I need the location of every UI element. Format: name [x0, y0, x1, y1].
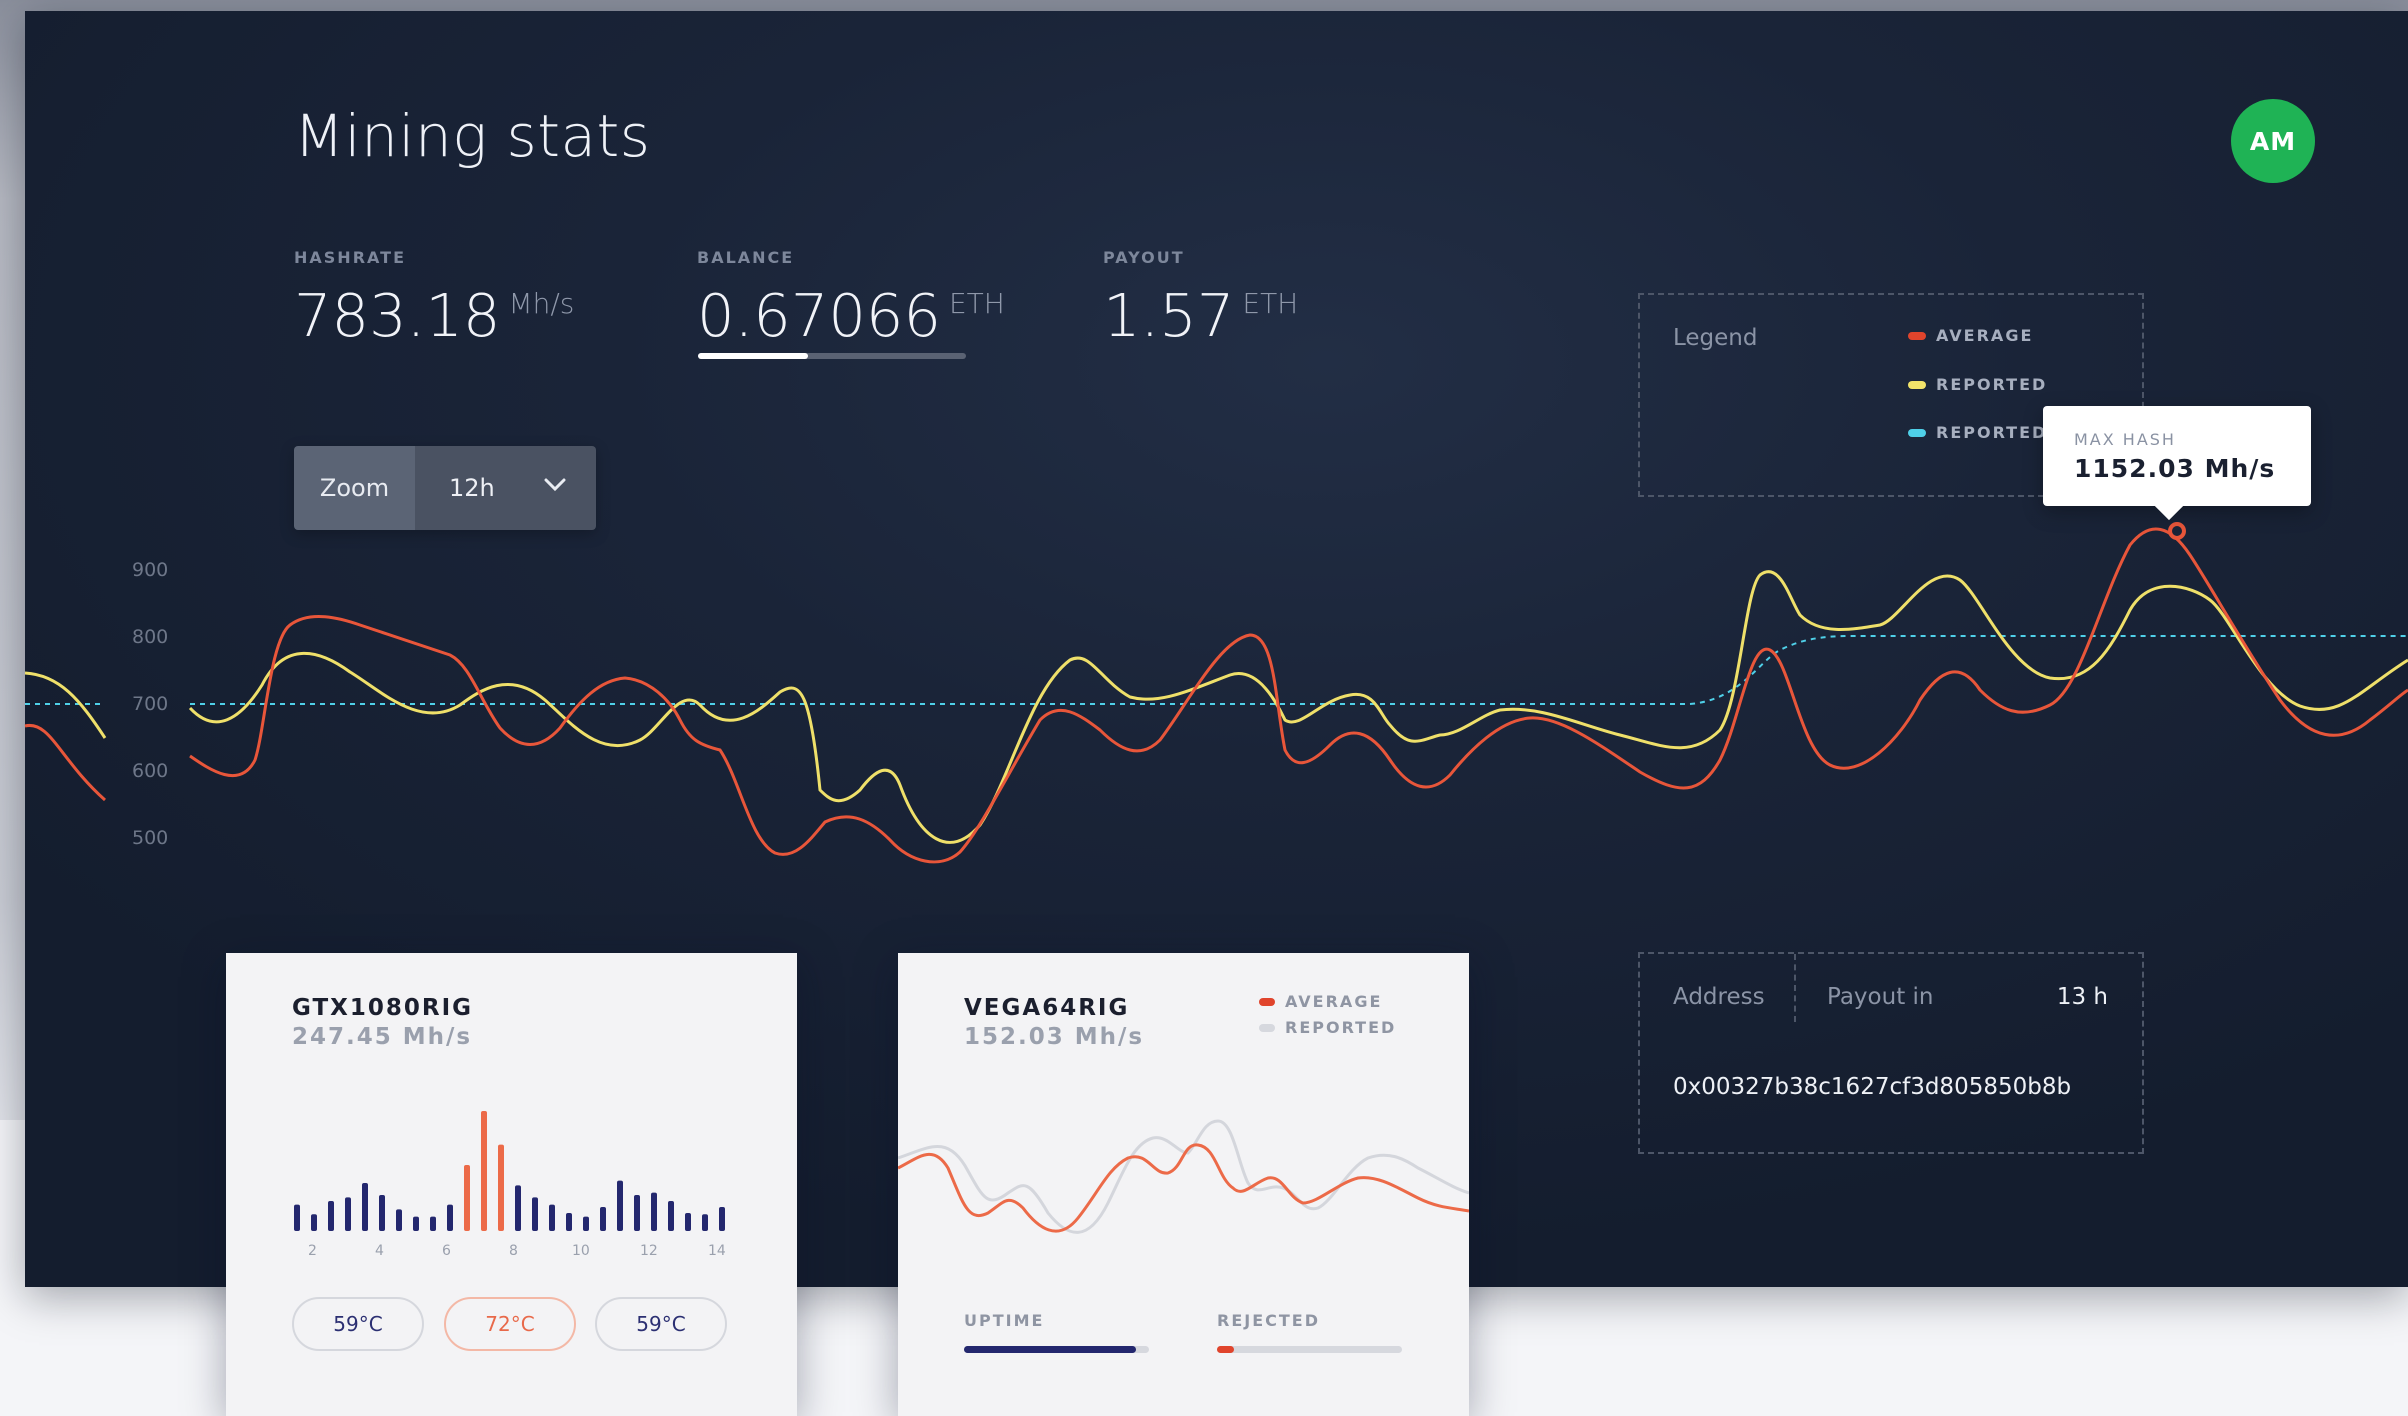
bar: [379, 1195, 385, 1231]
tooltip-label: MAX HASH: [2074, 430, 2176, 449]
payout-in-value: 13 h: [2056, 984, 2108, 1010]
tooltip-value: 1152.03 Mh/s: [2074, 454, 2276, 483]
max-hash-marker[interactable]: [2168, 522, 2186, 540]
payout-in-label: Payout in: [1827, 984, 1934, 1010]
bar: [294, 1204, 300, 1231]
address-label: Address: [1673, 984, 1765, 1010]
temperature-pill[interactable]: 59°C: [595, 1297, 727, 1351]
divider: [1794, 954, 1796, 1022]
x-tick-label: 6: [442, 1243, 451, 1259]
bar: [549, 1204, 555, 1231]
bar: [719, 1207, 725, 1231]
rig-card-gtx1080[interactable]: GTX1080RIG 247.45 Mh/s 2 4 6 8 10 12 14 …: [226, 953, 797, 1416]
bar: [498, 1144, 504, 1231]
bar: [311, 1214, 317, 1231]
bar: [600, 1207, 606, 1231]
temperature-pill-hot[interactable]: 72°C: [444, 1297, 576, 1351]
max-hash-tooltip: MAX HASH 1152.03 Mh/s: [2043, 406, 2311, 521]
rejected-label: REJECTED: [1217, 1311, 1320, 1330]
wallet-address[interactable]: 0x00327b38c1627cf3d805850b8b: [1673, 1074, 2071, 1100]
x-tick-label: 12: [640, 1243, 658, 1259]
x-tick-label: 4: [375, 1243, 384, 1259]
rejected-bar: [1217, 1346, 1402, 1353]
bar: [464, 1165, 470, 1231]
payout-info-box: Address Payout in 13 h 0x00327b38c1627cf…: [1638, 952, 2144, 1154]
bar: [447, 1204, 453, 1231]
bar: [566, 1213, 572, 1231]
uptime-bar: [964, 1346, 1149, 1353]
rig-card-vega64[interactable]: VEGA64RIG 152.03 Mh/s AVERAGE REPORTED U…: [898, 953, 1469, 1416]
bar: [651, 1192, 657, 1231]
bar: [430, 1216, 436, 1231]
bar: [583, 1216, 589, 1231]
bar: [685, 1213, 691, 1231]
bar: [328, 1201, 334, 1231]
x-tick-label: 2: [308, 1243, 317, 1259]
bar: [362, 1183, 368, 1231]
bar: [345, 1197, 351, 1231]
bar: [532, 1197, 538, 1231]
rejected-fill: [1217, 1346, 1234, 1353]
bar: [634, 1195, 640, 1231]
bar: [481, 1111, 487, 1231]
x-tick-label: 8: [509, 1243, 518, 1259]
series-line-reported: [24, 570, 2408, 844]
bar: [617, 1180, 623, 1231]
series-line-average: [898, 1143, 1469, 1233]
temperature-pill[interactable]: 59°C: [292, 1297, 424, 1351]
x-tick-label: 14: [708, 1243, 726, 1259]
uptime-label: UPTIME: [964, 1311, 1045, 1330]
x-tick-label: 10: [572, 1243, 590, 1259]
bar: [702, 1214, 708, 1231]
bar: [668, 1201, 674, 1231]
bar: [396, 1209, 402, 1231]
uptime-fill: [964, 1346, 1137, 1353]
bar: [515, 1185, 521, 1231]
bar: [413, 1216, 419, 1231]
